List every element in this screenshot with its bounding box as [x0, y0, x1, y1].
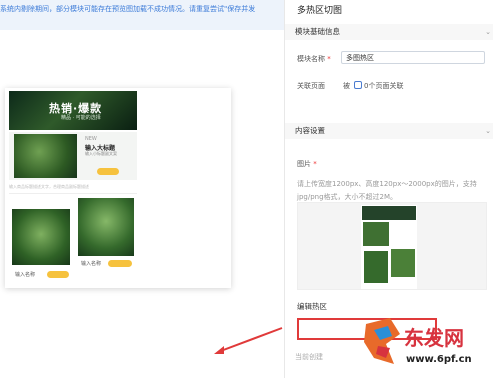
section-content-settings[interactable]: 内容设置 ⌄ — [285, 123, 493, 139]
edit-hotzone-label: 编辑热区 — [297, 302, 327, 311]
divider — [9, 193, 137, 194]
image-label: 图片 * — [297, 159, 317, 169]
section-module-info[interactable]: 模块基础信息 ⌄ — [285, 24, 493, 40]
notice-banner: 系统内剔除期间，部分模块可能存在预览图加载不成功情况。请重复尝试"保存并发 — [0, 0, 284, 30]
preview-canvas: 系统内剔除期间，部分模块可能存在预览图加载不成功情况。请重复尝试"保存并发 热销… — [0, 0, 284, 378]
featured-row: NEW 输入大标题 输入小标题副文案 — [9, 132, 137, 180]
section-module-info-label: 模块基础信息 — [295, 27, 340, 36]
module-preview-card[interactable]: 热销·爆款 精品 · 可能的选择 NEW 输入大标题 输入小标题副文案 输入商品… — [5, 88, 231, 288]
module-name-input[interactable] — [341, 51, 485, 64]
product-image-left — [12, 209, 70, 265]
required-mark: * — [311, 160, 317, 168]
chevron-down-icon[interactable]: ⌄ — [485, 24, 491, 40]
product-badge-right — [108, 260, 132, 267]
pointer-arrow-icon — [214, 327, 283, 354]
thumb-hero — [362, 206, 416, 220]
assoc-page-value: 被 0个页面关联 — [343, 81, 403, 91]
chevron-down-icon[interactable]: ⌄ — [485, 123, 491, 139]
assoc-prefix: 被 — [343, 82, 350, 90]
assoc-count[interactable]: 0个页面关联 — [364, 82, 403, 90]
watermark-url: www.6pf.cn — [406, 354, 472, 365]
hero-banner: 热销·爆款 精品 · 可能的选择 — [9, 91, 137, 130]
panel-title: 多热区切图 — [297, 6, 343, 16]
module-name-label: 模块名称 * — [297, 54, 331, 64]
section-content-settings-label: 内容设置 — [295, 126, 325, 135]
caption-text: 输入商品标题描述文字，合理商品副标题描述 — [9, 184, 89, 189]
image-upload-hint: 请上传宽度1200px、高度120px～2000px的图片，支持jpg/png格… — [297, 180, 477, 201]
assoc-page-label: 关联页面 — [297, 82, 325, 90]
image-thumbnail — [361, 205, 417, 289]
featured-image — [14, 134, 77, 178]
product-name-right: 输入名称 — [81, 261, 102, 267]
thumb-image-3 — [391, 249, 415, 277]
site-watermark: 东发网 www.6pf.cn — [360, 312, 500, 378]
link-icon — [354, 81, 362, 89]
image-label-text: 图片 — [297, 160, 311, 168]
featured-subtitle: 输入小标题副文案 — [85, 151, 117, 156]
thumb-image-1 — [363, 222, 389, 246]
thumb-image-2 — [364, 251, 388, 283]
hero-subtitle: 精品 · 可能的选择 — [61, 115, 101, 121]
image-upload-preview[interactable] — [297, 202, 487, 290]
current-created-text: 当前创建 — [295, 353, 323, 361]
watermark-chinese: 东发网 — [404, 326, 464, 350]
new-tag: NEW — [85, 136, 97, 142]
featured-badge — [97, 168, 119, 175]
module-name-label-text: 模块名称 — [297, 55, 325, 63]
required-mark: * — [325, 55, 331, 63]
product-name-left: 输入名称 — [15, 272, 36, 278]
product-image-right — [78, 198, 134, 256]
watermark-logo-icon — [364, 318, 400, 364]
product-badge-left — [47, 271, 69, 278]
